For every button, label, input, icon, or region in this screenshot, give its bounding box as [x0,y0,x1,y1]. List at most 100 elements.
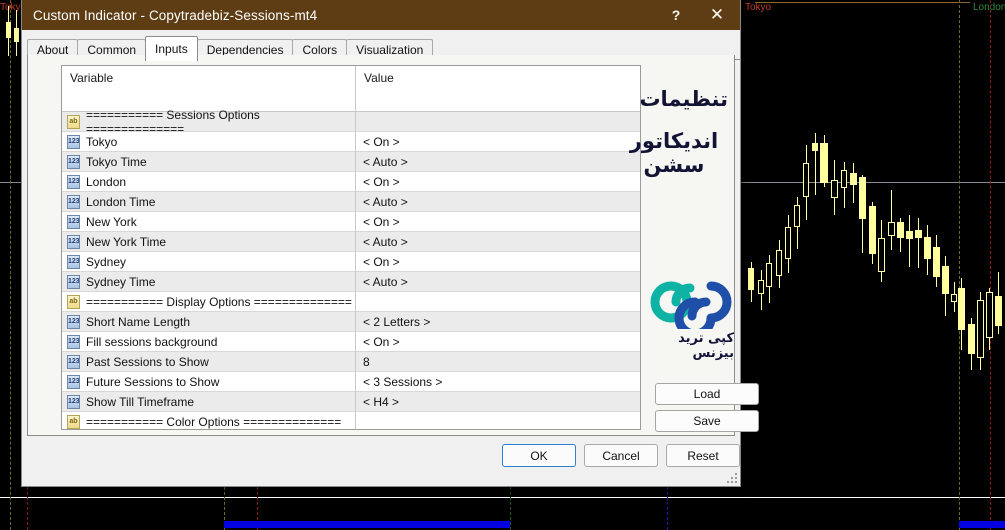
dialog-titlebar[interactable]: Custom Indicator - Copytradebiz-Sessions… [22,0,740,30]
table-cell-value[interactable]: < Auto > [356,152,640,172]
table-cell-value[interactable]: < On > [356,132,640,152]
branding-panel: تنظیمات اندیکاتور سشن کپی ترید بیزنس Loa… [630,55,759,435]
chart-candle [831,160,838,215]
chart-session-label-tokyo-right: Tokyo [745,2,772,13]
chart-candle [859,175,866,253]
string-icon: ab [67,114,80,129]
resize-grip[interactable] [724,470,737,483]
table-cell-value[interactable]: < Auto > [356,232,640,252]
dialog-footer: OK Cancel Reset [22,436,740,486]
table-cell-variable-label: =========== Display Options ============… [86,294,352,309]
table-cell-variable-label: Sydney [86,254,127,269]
table-cell-variable-label: New York [86,214,137,229]
table-cell-value[interactable]: < Auto > [356,192,640,212]
table-cell-variable-label: Sydney Time [86,274,156,289]
reset-button[interactable]: Reset [666,444,740,467]
table-row[interactable]: 123 London Time < Auto > [62,192,640,212]
chart-candle [942,256,949,316]
table-cell-value[interactable]: < On > [356,252,640,272]
table-row[interactable]: 123 Fill sessions background < On > [62,332,640,352]
save-button[interactable]: Save [655,410,759,432]
table-row[interactable]: ab =========== Display Options ==========… [62,292,640,312]
table-row[interactable]: ab =========== Color Options ============… [62,412,640,429]
chart-candle [850,163,857,203]
table-cell-value[interactable]: < On > [356,212,640,232]
table-cell-variable: ab =========== Color Options ============… [62,412,356,429]
chart-candle [794,197,800,249]
table-cell-variable: 123 Sydney [62,252,356,272]
number-icon: 123 [67,254,80,269]
chart-session-band [224,521,510,528]
chart-candle [766,255,772,303]
table-cell-value[interactable]: 8 [356,352,640,372]
table-cell-variable: 123 Tokyo Time [62,152,356,172]
table-row[interactable]: 123 New York Time < Auto > [62,232,640,252]
load-button[interactable]: Load [655,383,759,405]
chart-candle [748,262,754,302]
table-cell-value[interactable]: < On > [356,172,640,192]
tab-inputs[interactable]: Inputs [145,36,198,61]
custom-indicator-dialog[interactable]: Custom Indicator - Copytradebiz-Sessions… [21,0,759,487]
column-header-value: Value [364,71,394,85]
table-row[interactable]: ab =========== Sessions Options =========… [62,108,640,136]
table-cell-value[interactable] [356,292,640,312]
table-cell-variable: 123 New York Time [62,232,356,252]
chart-session-top-line [755,2,970,3]
chart-candle [758,270,764,310]
number-icon: 123 [67,274,80,289]
table-cell-variable-label: Fill sessions background [86,334,218,349]
table-row[interactable]: 123 London < On > [62,172,640,192]
number-icon: 123 [67,234,80,249]
number-icon: 123 [67,314,80,329]
chart-session-boundary-line [959,0,960,530]
chart-session-boundary-line [10,0,11,530]
table-row[interactable]: 123 Sydney Time < Auto > [62,272,640,292]
table-row[interactable]: 123 Tokyo < On > [62,132,640,152]
chart-candle [869,202,876,264]
column-header-variable: Variable [62,66,356,111]
table-row[interactable]: 123 Tokyo Time < Auto > [62,152,640,172]
brand-logo-wrap: کپی ترید بیزنس [647,275,734,361]
table-row[interactable]: 123 Show Till Timeframe < H4 > [62,392,640,412]
panel-heading-line1: تنظیمات [639,87,728,111]
chart-candle [888,190,895,250]
number-icon: 123 [67,394,80,409]
chart-candle [812,133,818,195]
table-row[interactable]: 123 Short Name Length < 2 Letters > [62,312,640,332]
table-row[interactable]: 123 Sydney < On > [62,252,640,272]
chart-session-boundary-line [990,0,991,530]
chart-candle [995,272,1002,334]
table-cell-variable-label: Short Name Length [86,314,191,329]
chart-candle [841,162,847,208]
table-cell-variable: 123 Future Sessions to Show [62,372,356,392]
chart-candle [958,278,965,350]
table-cell-value[interactable]: < H4 > [356,392,640,412]
table-cell-value[interactable] [356,412,640,429]
infinity-logo-icon [650,281,731,329]
parameters-table[interactable]: Variable Value ab =========== Sessions Op… [61,65,641,430]
table-cell-variable: 123 Show Till Timeframe [62,392,356,412]
table-cell-value[interactable]: < 3 Sessions > [356,372,640,392]
chart-candle [897,218,904,252]
help-icon[interactable]: ? [658,0,694,30]
table-row[interactable]: 123 Past Sessions to Show 8 [62,352,640,372]
string-icon: ab [67,294,80,309]
table-cell-value[interactable] [356,112,640,132]
chart-candle [951,282,957,312]
table-cell-value[interactable]: < On > [356,332,640,352]
table-row[interactable]: 123 Future Sessions to Show < 3 Sessions > [62,372,640,392]
chart-candle [785,215,791,273]
panel-heading-line2: اندیکاتور سشن [629,129,719,177]
table-cell-value[interactable]: < Auto > [356,272,640,292]
table-row[interactable]: 123 New York < On > [62,212,640,232]
table-cell-value[interactable]: < 2 Letters > [356,312,640,332]
table-cell-variable: ab =========== Display Options ==========… [62,292,356,312]
table-cell-variable-label: Future Sessions to Show [86,374,220,389]
cancel-button[interactable]: Cancel [584,444,658,467]
number-icon: 123 [67,334,80,349]
chart-candle [776,240,782,288]
close-icon[interactable]: ✕ [694,0,740,30]
chart-candle [915,218,922,268]
ok-button[interactable]: OK [502,444,576,467]
table-cell-variable-label: Tokyo Time [86,154,147,169]
